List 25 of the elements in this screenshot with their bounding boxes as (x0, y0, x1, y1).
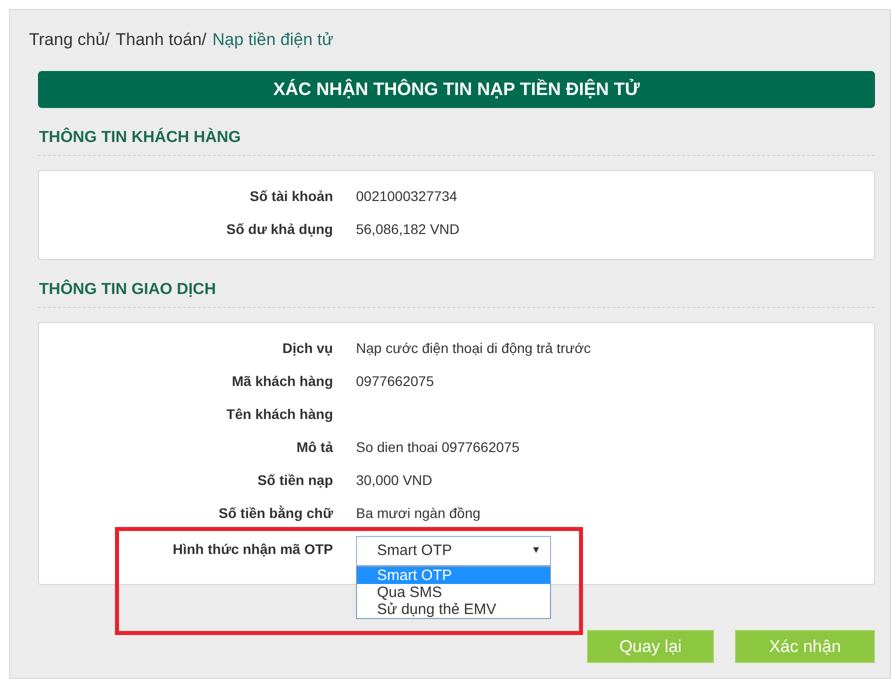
field-label: Số tiền nạp (256, 471, 333, 490)
dropdown-option[interactable]: Qua SMS (357, 584, 550, 601)
otp-select[interactable]: Smart OTP ▼ (356, 536, 551, 566)
caret-icon: ▼ (531, 537, 541, 565)
section-heading: THÔNG TIN KHÁCH HÀNG (38, 121, 875, 156)
dropdown-option[interactable]: Sử dụng thẻ EMV (357, 601, 550, 618)
field-value: 0021000327734 (356, 188, 458, 204)
field-label: Số tài khoản (248, 187, 333, 206)
field-value: Ba mươi ngàn đồng (356, 505, 480, 521)
field-label: Số tiền bằng chữ (218, 504, 333, 523)
field-value: So dien thoai 0977662075 (356, 439, 520, 455)
section-heading: THÔNG TIN GIAO DỊCH (38, 273, 875, 308)
field-label: Mô tả (295, 438, 333, 457)
field-label: Hình thức nhận mã OTP (172, 540, 333, 559)
field-label: Mã khách hàng (230, 372, 333, 391)
field-label: Số dư khả dụng (225, 220, 333, 239)
field-value: 56,086,182 VND (356, 221, 460, 237)
field-value: Nạp cước điện thoại di động trả trước (356, 340, 591, 356)
field-label: Dịch vụ (281, 339, 333, 358)
field-value: 30,000 VND (356, 472, 432, 488)
page-title: XÁC NHẬN THÔNG TIN NẠP TIỀN ĐIỆN TỬ (38, 71, 875, 108)
field-label: Tên khách hàng (225, 405, 333, 424)
field-value: 0977662075 (356, 373, 434, 389)
breadcrumb-link[interactable]: Thanh toán/ (116, 29, 206, 51)
breadcrumb-link[interactable]: Trang chủ/ (29, 29, 110, 51)
